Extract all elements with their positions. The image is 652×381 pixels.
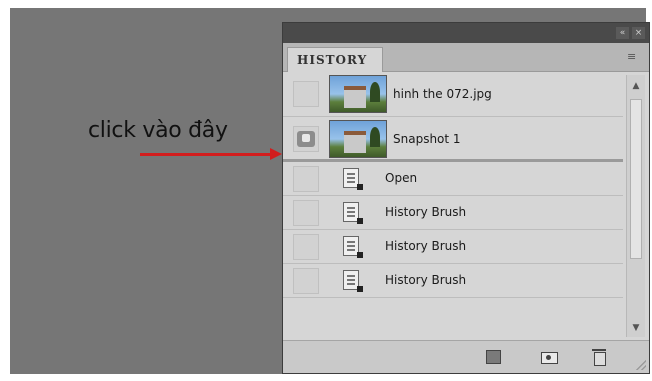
history-list: hinh the 072.jpg Snapshot 1 Open History… bbox=[283, 72, 623, 340]
screenshot-frame: click vào đây « × HISTORY ≡ hinh the 072… bbox=[0, 0, 652, 381]
new-document-from-state-icon[interactable] bbox=[485, 349, 501, 364]
image-thumbnail bbox=[329, 75, 387, 113]
panel-titlebar: « × bbox=[283, 23, 649, 43]
image-thumbnail bbox=[329, 120, 387, 158]
history-brush-source-box[interactable] bbox=[293, 234, 319, 260]
history-brush-source-box[interactable] bbox=[293, 166, 319, 192]
close-icon[interactable]: × bbox=[632, 27, 645, 39]
delete-icon[interactable] bbox=[591, 349, 607, 366]
scroll-down-icon[interactable]: ▼ bbox=[630, 323, 642, 333]
doc-icon bbox=[343, 168, 363, 190]
history-brush-source-box[interactable] bbox=[293, 200, 319, 226]
history-step-row[interactable]: History Brush bbox=[283, 196, 623, 230]
snapshot-label: hinh the 072.jpg bbox=[393, 87, 492, 101]
step-label: History Brush bbox=[385, 205, 467, 219]
annotation-arrow-head bbox=[270, 148, 282, 160]
create-snapshot-icon[interactable] bbox=[541, 349, 558, 364]
history-brush-source-icon bbox=[297, 131, 315, 147]
annotation-text: click vào đây bbox=[88, 118, 228, 143]
history-step-row[interactable]: Open bbox=[283, 162, 623, 196]
step-label: History Brush bbox=[385, 239, 467, 253]
history-snapshot-row[interactable]: hinh the 072.jpg bbox=[283, 72, 623, 117]
collapse-icon[interactable]: « bbox=[616, 27, 629, 39]
history-snapshot-row[interactable]: Snapshot 1 bbox=[283, 117, 623, 162]
annotation-arrow bbox=[140, 153, 272, 156]
panel-footer bbox=[283, 340, 649, 373]
doc-icon bbox=[343, 270, 363, 292]
history-brush-source-box[interactable] bbox=[293, 268, 319, 294]
history-step-row[interactable]: History Brush bbox=[283, 264, 623, 298]
doc-icon bbox=[343, 202, 363, 224]
history-brush-source-box[interactable] bbox=[293, 81, 319, 107]
resize-grip-icon[interactable] bbox=[636, 360, 646, 370]
history-step-row[interactable]: History Brush bbox=[283, 230, 623, 264]
doc-icon bbox=[343, 236, 363, 258]
step-label: History Brush bbox=[385, 273, 467, 287]
snapshot-label: Snapshot 1 bbox=[393, 132, 461, 146]
panel-menu-icon[interactable]: ≡ bbox=[627, 51, 643, 63]
step-label: Open bbox=[385, 171, 418, 185]
history-panel: « × HISTORY ≡ hinh the 072.jpg Snapshot … bbox=[282, 22, 650, 374]
vertical-scrollbar[interactable]: ▲ ▼ bbox=[626, 75, 645, 337]
scroll-thumb[interactable] bbox=[630, 99, 642, 259]
panel-tabbar: HISTORY ≡ bbox=[283, 43, 649, 72]
tab-history[interactable]: HISTORY bbox=[287, 47, 383, 72]
history-brush-source-box[interactable] bbox=[293, 126, 319, 152]
scroll-up-icon[interactable]: ▲ bbox=[630, 81, 642, 91]
